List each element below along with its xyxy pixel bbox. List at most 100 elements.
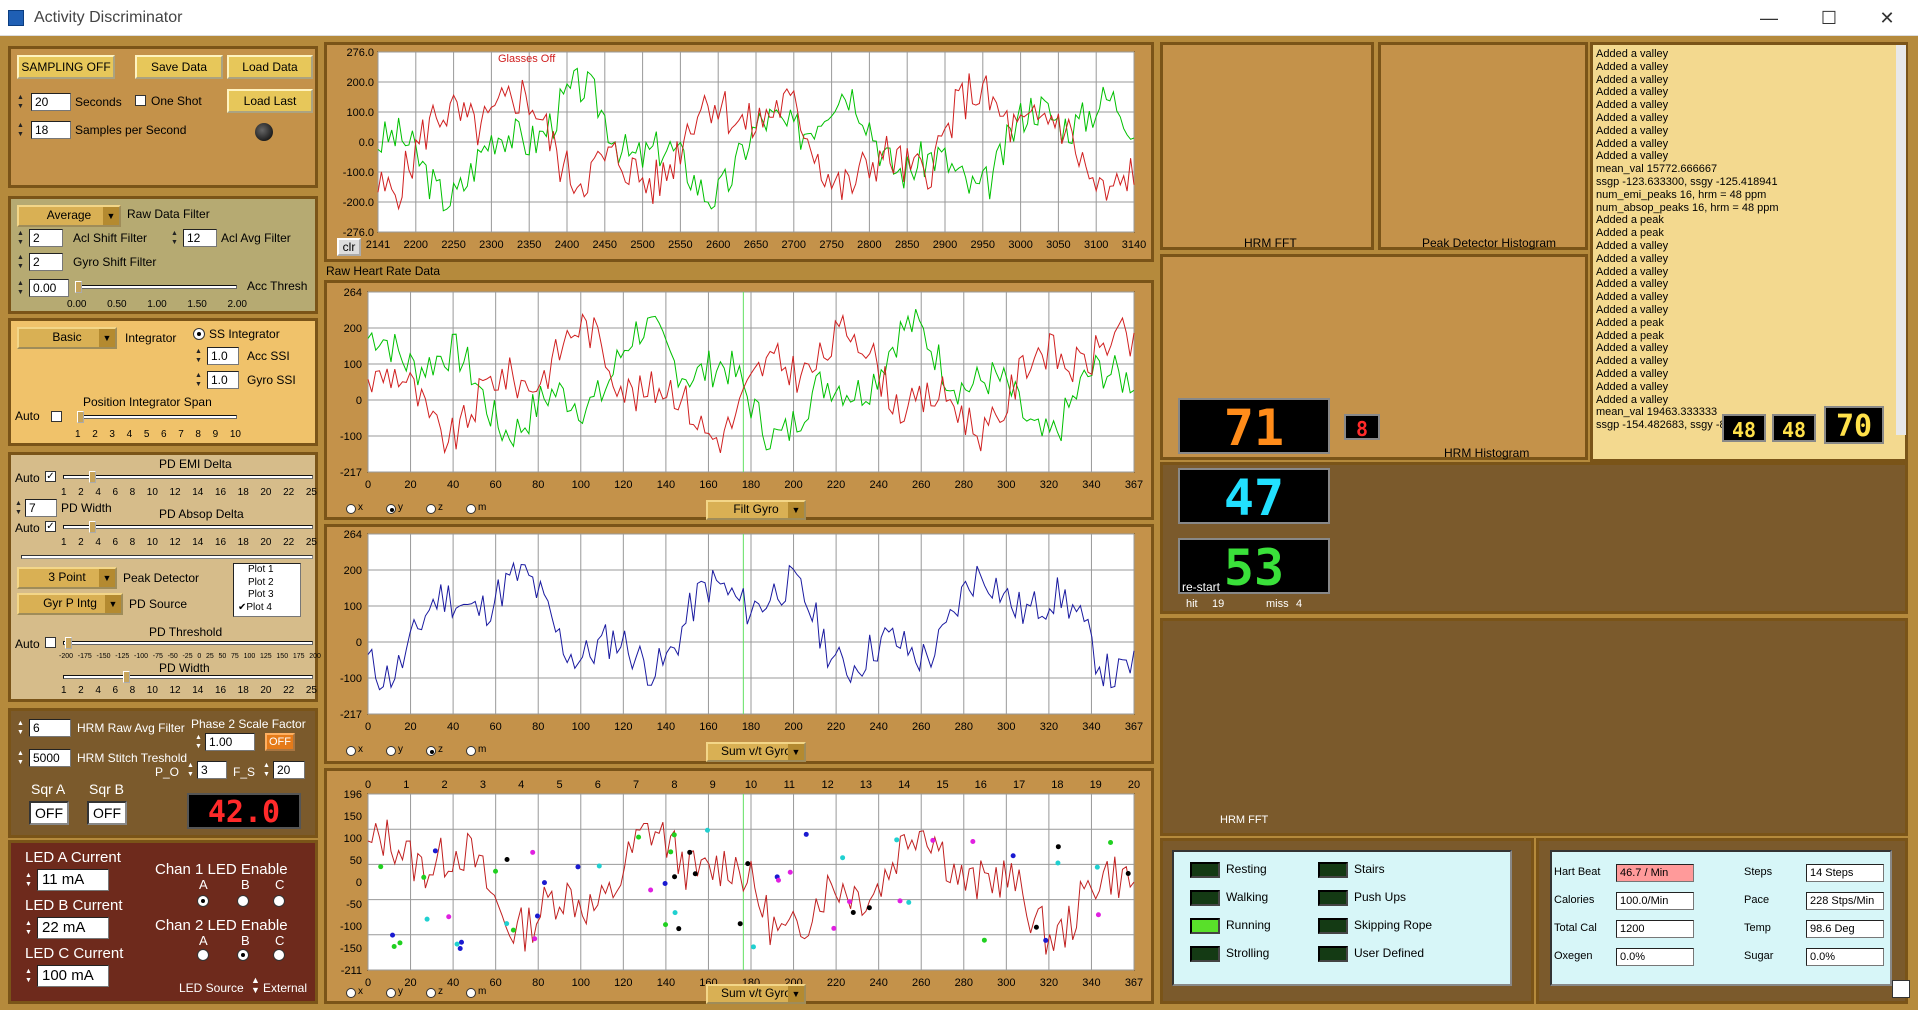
save-data-button[interactable]: Save Data (135, 55, 223, 79)
acl-avg-input[interactable]: 12 (183, 229, 217, 247)
tick-label: 16 (214, 487, 227, 498)
pd-width-slider-thumb[interactable] (123, 671, 130, 683)
sps-input[interactable]: 18 (31, 121, 71, 139)
list-item[interactable]: Plot 3 (248, 589, 300, 602)
seconds-spinner[interactable]: ▲ ▼ (17, 93, 25, 111)
plot4-source-dropdown[interactable]: Sum v/t Gyro ▼ (706, 984, 806, 1004)
phase2-spinner[interactable]: ▲ ▼ (195, 733, 203, 751)
emi-auto-checkbox[interactable]: ✓ (45, 471, 56, 482)
pd-source-dropdown[interactable]: Gyr P Intg ▼ (17, 593, 123, 615)
span-auto-checkbox[interactable] (51, 411, 62, 422)
tick-label: 14 (192, 685, 204, 696)
gyro-shift-input[interactable]: 2 (29, 253, 63, 271)
list-item[interactable]: Plot 2 (248, 577, 300, 590)
sps-spinner[interactable]: ▲ ▼ (17, 121, 25, 139)
plot4-axis-radio[interactable] (426, 988, 436, 998)
emi-delta-slider[interactable] (63, 475, 313, 479)
clear-button[interactable]: clr (337, 238, 361, 256)
pd-threshold-slider[interactable] (63, 641, 313, 645)
fs-spinner[interactable]: ▲ ▼ (263, 761, 271, 779)
integrator-dropdown[interactable]: Basic ▼ (17, 327, 117, 349)
raw-avg-input[interactable]: 6 (29, 719, 71, 737)
absop-auto-checkbox[interactable]: ✓ (45, 521, 56, 532)
acl-shift-input[interactable]: 2 (29, 229, 63, 247)
plot4-axis-radio[interactable] (466, 988, 476, 998)
phase2-toggle[interactable]: OFF (265, 733, 295, 751)
plot3-axis-radio[interactable] (466, 746, 476, 756)
chan1-c-radio[interactable] (273, 895, 285, 907)
load-data-button[interactable]: Load Data (227, 55, 313, 79)
chan1-b-radio[interactable] (237, 895, 249, 907)
led-source-spinner[interactable]: ▲ ▼ (251, 975, 260, 995)
chan1-a-radio[interactable] (197, 895, 209, 907)
acc-ssi-spinner[interactable]: ▲ ▼ (195, 347, 203, 365)
pd-width-slider[interactable] (63, 675, 313, 679)
stitch-spinner[interactable]: ▲ ▼ (17, 749, 25, 767)
plot3-axis-radio[interactable] (346, 746, 356, 756)
acc-thresh-slider-thumb[interactable] (75, 281, 82, 293)
log-scrollbar[interactable] (1896, 45, 1906, 435)
maximize-button[interactable]: ☐ (1814, 6, 1844, 30)
absop-delta-slider[interactable] (63, 525, 313, 529)
seconds-input[interactable]: 20 (31, 93, 71, 111)
threshold-auto-checkbox[interactable] (45, 637, 56, 648)
display-71: 71 (1178, 398, 1330, 456)
chan2-b-radio[interactable] (237, 949, 249, 961)
fs-input[interactable]: 20 (273, 761, 305, 779)
acc-thresh-slider[interactable] (75, 285, 237, 289)
plot2-axis-radio[interactable] (386, 504, 396, 514)
pd-width-input[interactable]: 7 (25, 499, 57, 517)
phase2-input[interactable]: 1.00 (205, 733, 255, 751)
minimize-button[interactable]: — (1754, 6, 1784, 30)
ss-integrator-radio[interactable] (193, 328, 205, 340)
plot2-axis-radio[interactable] (466, 504, 476, 514)
list-item[interactable]: Plot 1 (248, 564, 300, 577)
tick-label: -200 (59, 653, 74, 660)
po-spinner[interactable]: ▲ ▼ (187, 761, 195, 779)
led-c-spinner[interactable]: ▲ ▼ (25, 967, 33, 985)
acl-shift-spinner[interactable]: ▲ ▼ (17, 229, 25, 247)
raw-avg-spinner[interactable]: ▲ ▼ (17, 719, 25, 737)
close-button[interactable]: ✕ (1872, 6, 1902, 30)
emi-delta-slider-thumb[interactable] (89, 471, 96, 483)
list-item[interactable]: ✔Plot 4 (238, 602, 300, 615)
span-slider-thumb[interactable] (77, 411, 84, 423)
acc-thresh-input[interactable]: 0.00 (29, 279, 69, 297)
plot4-axis-radio[interactable] (386, 988, 396, 998)
load-last-button[interactable]: Load Last (227, 89, 313, 113)
plot4-axis-radio[interactable] (346, 988, 356, 998)
gyro-ssi-input[interactable]: 1.0 (207, 371, 239, 389)
pd-threshold-slider-thumb[interactable] (65, 637, 72, 649)
po-input[interactable]: 3 (197, 761, 227, 779)
gyro-ssi-spinner[interactable]: ▲ ▼ (195, 371, 203, 389)
sqa-toggle[interactable]: OFF (29, 801, 69, 825)
span-slider[interactable] (77, 415, 237, 419)
plot2-axis-radio[interactable] (346, 504, 356, 514)
plot2-source-dropdown[interactable]: Filt Gyro ▼ (706, 500, 806, 520)
pd-width-spinner[interactable]: ▲ ▼ (15, 499, 23, 517)
plot3-source-dropdown[interactable]: Sum v/t Gyro ▼ (706, 742, 806, 762)
acl-avg-spinner[interactable]: ▲ ▼ (171, 229, 179, 247)
one-shot-checkbox[interactable] (135, 95, 146, 106)
sampling-toggle-button[interactable]: SAMPLING OFF (17, 55, 115, 79)
acc-ssi-input[interactable]: 1.0 (207, 347, 239, 365)
led-c-input[interactable]: 100 mA (37, 965, 109, 987)
led-a-input[interactable]: 11 mA (37, 869, 109, 891)
corner-box[interactable] (1892, 980, 1910, 998)
led-a-spinner[interactable]: ▲ ▼ (25, 871, 33, 889)
stitch-input[interactable]: 5000 (29, 749, 71, 767)
acc-thresh-spinner[interactable]: ▲ ▼ (17, 279, 25, 297)
plot3-axis-radio[interactable] (426, 746, 436, 756)
absop-delta-slider-thumb[interactable] (89, 521, 96, 533)
raw-filter-dropdown[interactable]: Average ▼ (17, 205, 121, 227)
plot2-axis-radio[interactable] (426, 504, 436, 514)
led-b-spinner[interactable]: ▲ ▼ (25, 919, 33, 937)
peak-detector-dropdown[interactable]: 3 Point ▼ (17, 567, 117, 589)
chan2-a-radio[interactable] (197, 949, 209, 961)
chan2-c-radio[interactable] (273, 949, 285, 961)
sqb-toggle[interactable]: OFF (87, 801, 127, 825)
plot3-axis-radio[interactable] (386, 746, 396, 756)
gyro-shift-spinner[interactable]: ▲ ▼ (17, 253, 25, 271)
led-b-input[interactable]: 22 mA (37, 917, 109, 939)
plot-select-list[interactable]: Plot 1 Plot 2 Plot 3 ✔Plot 4 (233, 563, 301, 617)
